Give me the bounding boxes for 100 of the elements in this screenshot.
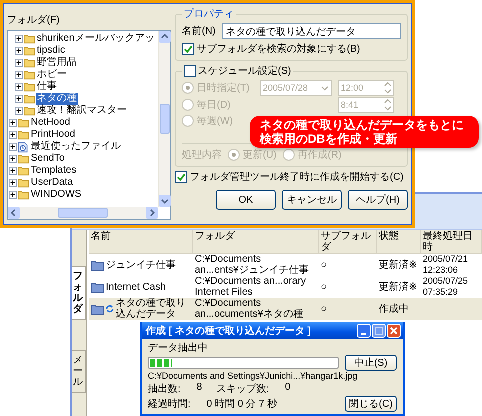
close-icon[interactable] [387, 324, 401, 338]
folder-icon [91, 260, 104, 270]
tree-item[interactable]: 仕事 [36, 81, 58, 93]
radio-button[interactable] [228, 149, 240, 161]
table-row[interactable]: ネタの種で取り込んだデータ C:¥Documents an...ocuments¥ネタの種 ○ 作成中 [89, 298, 482, 320]
folder-icon [24, 70, 35, 80]
table-cell-text: 2005/07/21 12:23:06 [422, 254, 470, 276]
stop-button[interactable]: 中止(S) [345, 355, 397, 372]
radio-label: 日時指定(T) [197, 82, 250, 95]
expand-icon[interactable] [15, 71, 23, 79]
table-cell-text: 更新済※ [378, 260, 418, 270]
expand-icon[interactable] [15, 83, 23, 91]
folder-icon [18, 130, 29, 140]
close-button[interactable]: 閉じる(C) [345, 396, 397, 412]
expand-icon[interactable] [15, 107, 23, 115]
tree-item[interactable]: ホビー [36, 69, 68, 81]
folder-icon [24, 46, 35, 56]
table-cell-text: 作成中 [378, 304, 410, 314]
side-tab[interactable]: フォルダ [72, 266, 86, 320]
tree-item[interactable]: ネタの種 [36, 93, 78, 105]
folder-icon [24, 106, 35, 116]
folder-icon [18, 154, 29, 164]
table-cell-text: C:¥Documents an...ocuments¥ネタの種 [194, 298, 304, 320]
side-tab[interactable]: メール [72, 350, 86, 393]
minimize-icon[interactable] [357, 324, 371, 338]
expand-icon[interactable] [9, 143, 17, 151]
expand-icon[interactable] [9, 155, 17, 163]
elapsed-label: 経過時間: [148, 398, 191, 411]
tree-item[interactable]: 速攻！翻訳マスター [36, 105, 128, 117]
expand-icon[interactable] [15, 59, 23, 67]
name-field[interactable]: ネタの種で取り込んだデータ [222, 23, 401, 39]
tree-item[interactable]: PrintHood [30, 129, 76, 141]
status-text: データ抽出中 [148, 342, 209, 356]
tree-item[interactable]: 最近使ったファイル [30, 141, 122, 153]
scrollbar-thumb[interactable] [58, 208, 108, 218]
horizontal-scrollbar[interactable] [8, 207, 158, 219]
table-cell-text: C:¥Documents an...orary Internet Files [194, 276, 308, 298]
radio-button[interactable] [182, 115, 194, 127]
vertical-scrollbar[interactable] [158, 31, 170, 207]
table-cell-text: ○ [320, 260, 328, 270]
tree-item[interactable]: SendTo [30, 153, 66, 165]
expand-icon[interactable] [9, 167, 17, 175]
folder-icon [24, 34, 35, 44]
stat-value: 0 [285, 382, 291, 395]
table-cell: ジュンイチ仕事 [106, 260, 176, 270]
scroll-up-icon[interactable] [158, 31, 170, 43]
tree-item[interactable]: shurikenメールバックアッ [36, 33, 156, 45]
radio-label: 更新(U) [243, 148, 277, 162]
folder-icon [18, 190, 29, 200]
expand-icon[interactable] [9, 179, 17, 187]
radio-button[interactable] [282, 149, 295, 161]
folder-icon [24, 58, 35, 68]
maximize-icon[interactable] [372, 324, 386, 338]
tree-item[interactable]: UserData [30, 177, 74, 189]
action-label: 処理内容 [182, 148, 222, 162]
tree-item[interactable]: WINDOWS [30, 189, 83, 201]
scroll-down-icon[interactable] [158, 195, 170, 207]
checkbox[interactable] [182, 43, 194, 55]
file-path: C:¥Documents and Settings¥Junichi...¥hangar1k.jpg [148, 371, 359, 382]
checkbox[interactable] [175, 171, 187, 183]
callout-banner: ネタの種で取り込んだデータをもとに 検索用のDBを作成・更新 [250, 116, 479, 148]
window-title: 作成 [ ネタの種で取り込んだデータ ] [146, 324, 311, 338]
table-cell-text: ネタの種で取り込んだデータ [116, 298, 187, 320]
stat-label: スキップ数: [216, 382, 270, 396]
stat-value: 8 [196, 382, 202, 395]
checkbox-label: フォルダ管理ツール終了時に作成を開始する(C) [190, 170, 404, 184]
dialog-button[interactable]: ヘルプ(H) [348, 190, 408, 210]
table-cell-text: ○ [320, 304, 328, 314]
expand-icon[interactable] [9, 131, 17, 139]
stat-label: 抽出数: [148, 382, 181, 396]
table-cell-text: 更新済※ [378, 282, 418, 292]
radio-label: 毎週(W) [197, 115, 234, 128]
folder-label: フォルダ(F) [7, 14, 61, 27]
scroll-left-icon[interactable] [8, 207, 20, 219]
sync-icon [106, 305, 114, 313]
checkbox[interactable] [184, 65, 196, 77]
dialog-button[interactable]: OK [216, 190, 276, 210]
radio-button[interactable] [182, 99, 194, 111]
radio-label: 毎日(D) [197, 99, 231, 112]
folder-icon [18, 166, 29, 176]
expand-icon[interactable] [15, 35, 23, 43]
table-cell-text: ○ [320, 282, 328, 292]
folder-icon [24, 82, 35, 92]
checkbox-label: スケジュール設定(S) [198, 64, 292, 78]
clock-document-icon [18, 142, 29, 152]
tree-item[interactable]: tipsdic [36, 45, 66, 57]
table-cell-text: 2005/07/25 07:35:29 [422, 276, 470, 298]
scroll-right-icon[interactable] [146, 207, 158, 219]
expand-icon[interactable] [9, 191, 17, 199]
scrollbar-thumb[interactable] [160, 104, 170, 134]
dialog-button[interactable]: キャンセル [282, 190, 342, 210]
expand-icon[interactable] [15, 47, 23, 55]
expand-icon[interactable] [15, 95, 23, 103]
radio-button[interactable] [182, 82, 194, 94]
tree-item[interactable]: NetHood [30, 117, 72, 129]
tree-item[interactable]: 野営用品 [36, 57, 78, 69]
checkbox-label: サブフォルダを検索の対象にする(B) [197, 42, 360, 56]
expand-icon[interactable] [9, 119, 17, 127]
tree-item[interactable]: Templates [30, 165, 78, 177]
folder-icon [91, 282, 104, 292]
